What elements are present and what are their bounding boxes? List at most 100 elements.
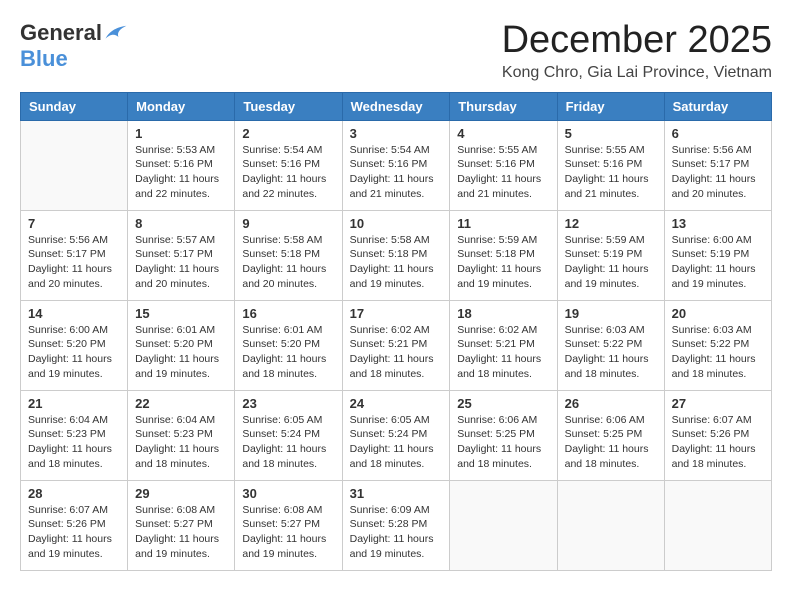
calendar-cell: 7Sunrise: 5:56 AMSunset: 5:17 PMDaylight…	[21, 210, 128, 300]
weekday-header-friday: Friday	[557, 92, 664, 120]
day-number: 24	[350, 396, 443, 411]
calendar-cell: 3 Sunrise: 5:54 AMSunset: 5:16 PMDaylight…	[342, 120, 450, 210]
day-info: Sunrise: 5:58 AMSunset: 5:18 PMDaylight:…	[350, 233, 443, 292]
calendar-cell: 29 Sunrise: 6:08 AMSunset: 5:27 PMDayligh…	[128, 480, 235, 570]
week-row-2: 7Sunrise: 5:56 AMSunset: 5:17 PMDaylight…	[21, 210, 772, 300]
day-info: Sunrise: 6:01 AMSunset: 5:20 PMDaylight:…	[135, 323, 227, 382]
calendar-cell	[450, 480, 557, 570]
day-number: 3	[350, 126, 443, 141]
location-subtitle: Kong Chro, Gia Lai Province, Vietnam	[502, 64, 772, 82]
day-info: Sunrise: 6:08 AMSunset: 5:27 PMDaylight:…	[135, 503, 227, 562]
calendar-cell: 11 Sunrise: 5:59 AMSunset: 5:18 PMDayligh…	[450, 210, 557, 300]
day-number: 12	[565, 216, 657, 231]
calendar-cell: 17 Sunrise: 6:02 AMSunset: 5:21 PMDayligh…	[342, 300, 450, 390]
day-info: Sunrise: 6:07 AMSunset: 5:26 PMDaylight:…	[28, 503, 120, 562]
day-number: 22	[135, 396, 227, 411]
calendar-cell: 6Sunrise: 5:56 AMSunset: 5:17 PMDaylight…	[664, 120, 771, 210]
calendar-cell: 8 Sunrise: 5:57 AMSunset: 5:17 PMDaylight…	[128, 210, 235, 300]
week-row-1: 1 Sunrise: 5:53 AMSunset: 5:16 PMDaylight…	[21, 120, 772, 210]
weekday-header-tuesday: Tuesday	[235, 92, 342, 120]
calendar-cell	[664, 480, 771, 570]
day-info: Sunrise: 6:06 AMSunset: 5:25 PMDaylight:…	[457, 413, 549, 472]
calendar-cell: 19 Sunrise: 6:03 AMSunset: 5:22 PMDayligh…	[557, 300, 664, 390]
logo-blue: Blue	[20, 46, 68, 71]
calendar-cell: 16Sunrise: 6:01 AMSunset: 5:20 PMDayligh…	[235, 300, 342, 390]
calendar-cell: 5 Sunrise: 5:55 AMSunset: 5:16 PMDaylight…	[557, 120, 664, 210]
logo: General Blue	[20, 20, 128, 72]
calendar-cell: 24 Sunrise: 6:05 AMSunset: 5:24 PMDayligh…	[342, 390, 450, 480]
day-info: Sunrise: 5:54 AMSunset: 5:16 PMDaylight:…	[242, 143, 334, 202]
calendar-cell	[557, 480, 664, 570]
title-block: December 2025 Kong Chro, Gia Lai Provinc…	[502, 20, 772, 82]
weekday-header-row: SundayMondayTuesdayWednesdayThursdayFrid…	[21, 92, 772, 120]
week-row-3: 14 Sunrise: 6:00 AMSunset: 5:20 PMDayligh…	[21, 300, 772, 390]
day-number: 14	[28, 306, 120, 321]
day-info: Sunrise: 6:03 AMSunset: 5:22 PMDaylight:…	[565, 323, 657, 382]
page-container: General Blue December 2025 Kong Chro, Gi…	[20, 20, 772, 571]
day-number: 31	[350, 486, 443, 501]
day-info: Sunrise: 5:54 AMSunset: 5:16 PMDaylight:…	[350, 143, 443, 202]
day-number: 1	[135, 126, 227, 141]
calendar-cell: 1 Sunrise: 5:53 AMSunset: 5:16 PMDaylight…	[128, 120, 235, 210]
day-number: 6	[672, 126, 764, 141]
day-info: Sunrise: 5:56 AMSunset: 5:17 PMDaylight:…	[28, 233, 120, 292]
day-info: Sunrise: 6:09 AMSunset: 5:28 PMDaylight:…	[350, 503, 443, 562]
day-info: Sunrise: 5:58 AMSunset: 5:18 PMDaylight:…	[242, 233, 334, 292]
week-row-5: 28Sunrise: 6:07 AMSunset: 5:26 PMDayligh…	[21, 480, 772, 570]
calendar-cell: 4 Sunrise: 5:55 AMSunset: 5:16 PMDaylight…	[450, 120, 557, 210]
day-info: Sunrise: 5:53 AMSunset: 5:16 PMDaylight:…	[135, 143, 227, 202]
calendar-cell: 30 Sunrise: 6:08 AMSunset: 5:27 PMDayligh…	[235, 480, 342, 570]
calendar-cell: 9 Sunrise: 5:58 AMSunset: 5:18 PMDaylight…	[235, 210, 342, 300]
calendar-cell: 21 Sunrise: 6:04 AMSunset: 5:23 PMDayligh…	[21, 390, 128, 480]
day-number: 20	[672, 306, 764, 321]
day-info: Sunrise: 6:05 AMSunset: 5:24 PMDaylight:…	[242, 413, 334, 472]
day-info: Sunrise: 6:06 AMSunset: 5:25 PMDaylight:…	[565, 413, 657, 472]
calendar-cell: 27Sunrise: 6:07 AMSunset: 5:26 PMDayligh…	[664, 390, 771, 480]
day-number: 23	[242, 396, 334, 411]
day-info: Sunrise: 5:55 AMSunset: 5:16 PMDaylight:…	[565, 143, 657, 202]
day-info: Sunrise: 6:00 AMSunset: 5:20 PMDaylight:…	[28, 323, 120, 382]
calendar-table: SundayMondayTuesdayWednesdayThursdayFrid…	[20, 92, 772, 571]
day-number: 2	[242, 126, 334, 141]
day-number: 15	[135, 306, 227, 321]
weekday-header-sunday: Sunday	[21, 92, 128, 120]
calendar-cell: 13Sunrise: 6:00 AMSunset: 5:19 PMDayligh…	[664, 210, 771, 300]
day-info: Sunrise: 5:57 AMSunset: 5:17 PMDaylight:…	[135, 233, 227, 292]
calendar-cell: 2 Sunrise: 5:54 AMSunset: 5:16 PMDaylight…	[235, 120, 342, 210]
day-info: Sunrise: 6:02 AMSunset: 5:21 PMDaylight:…	[350, 323, 443, 382]
day-info: Sunrise: 6:03 AMSunset: 5:22 PMDaylight:…	[672, 323, 764, 382]
logo-bird-icon	[104, 23, 128, 43]
calendar-cell: 14 Sunrise: 6:00 AMSunset: 5:20 PMDayligh…	[21, 300, 128, 390]
calendar-cell: 18 Sunrise: 6:02 AMSunset: 5:21 PMDayligh…	[450, 300, 557, 390]
day-number: 11	[457, 216, 549, 231]
day-number: 19	[565, 306, 657, 321]
day-info: Sunrise: 5:55 AMSunset: 5:16 PMDaylight:…	[457, 143, 549, 202]
day-number: 18	[457, 306, 549, 321]
day-number: 4	[457, 126, 549, 141]
day-number: 27	[672, 396, 764, 411]
day-info: Sunrise: 6:02 AMSunset: 5:21 PMDaylight:…	[457, 323, 549, 382]
day-info: Sunrise: 6:04 AMSunset: 5:23 PMDaylight:…	[28, 413, 120, 472]
calendar-cell: 26 Sunrise: 6:06 AMSunset: 5:25 PMDayligh…	[557, 390, 664, 480]
day-number: 13	[672, 216, 764, 231]
week-row-4: 21 Sunrise: 6:04 AMSunset: 5:23 PMDayligh…	[21, 390, 772, 480]
day-info: Sunrise: 6:04 AMSunset: 5:23 PMDaylight:…	[135, 413, 227, 472]
day-number: 9	[242, 216, 334, 231]
day-number: 5	[565, 126, 657, 141]
day-info: Sunrise: 6:08 AMSunset: 5:27 PMDaylight:…	[242, 503, 334, 562]
day-number: 21	[28, 396, 120, 411]
day-info: Sunrise: 5:59 AMSunset: 5:19 PMDaylight:…	[565, 233, 657, 292]
calendar-cell: 28Sunrise: 6:07 AMSunset: 5:26 PMDayligh…	[21, 480, 128, 570]
day-number: 8	[135, 216, 227, 231]
calendar-cell	[21, 120, 128, 210]
day-info: Sunrise: 6:05 AMSunset: 5:24 PMDaylight:…	[350, 413, 443, 472]
day-number: 30	[242, 486, 334, 501]
day-number: 26	[565, 396, 657, 411]
calendar-cell: 15 Sunrise: 6:01 AMSunset: 5:20 PMDayligh…	[128, 300, 235, 390]
day-info: Sunrise: 5:59 AMSunset: 5:18 PMDaylight:…	[457, 233, 549, 292]
day-number: 17	[350, 306, 443, 321]
day-number: 10	[350, 216, 443, 231]
day-number: 29	[135, 486, 227, 501]
calendar-cell: 23 Sunrise: 6:05 AMSunset: 5:24 PMDayligh…	[235, 390, 342, 480]
weekday-header-saturday: Saturday	[664, 92, 771, 120]
